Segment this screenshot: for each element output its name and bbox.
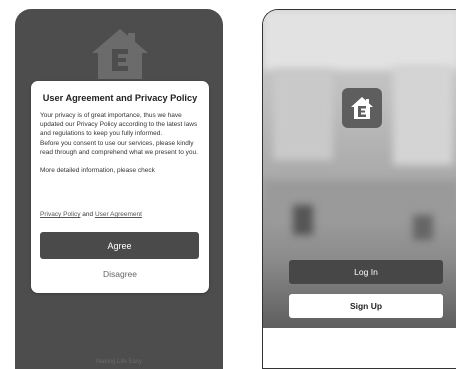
user-agreement-link[interactable]: User Agreement [95, 211, 142, 218]
dialog-body: Your privacy is of great importance, thu… [40, 111, 202, 175]
policy-links: Privacy Policy and User Agreement [40, 211, 142, 218]
dialog-title: User Agreement and Privacy Policy [42, 93, 198, 103]
and-text: and [82, 211, 94, 218]
disagree-button[interactable]: Disagree [31, 269, 209, 279]
app-logo-icon [342, 88, 382, 128]
privacy-dialog: User Agreement and Privacy Policy Your p… [31, 81, 209, 293]
privacy-paragraph-2: Before you consent to use our services, … [40, 139, 198, 156]
signup-button[interactable]: Sign Up [289, 294, 443, 318]
privacy-paragraph-1: Your privacy is of great importance, thu… [40, 112, 198, 138]
agree-button[interactable]: Agree [40, 232, 199, 259]
privacy-policy-link[interactable]: Privacy Policy [40, 211, 80, 218]
tagline: Making Life Easy [96, 359, 142, 365]
welcome-screen: Log In Sign Up [262, 9, 456, 369]
privacy-paragraph-3: More detailed information, please check [40, 167, 155, 175]
house-logo-icon [90, 27, 150, 79]
consent-screen: User Agreement and Privacy Policy Your p… [15, 9, 223, 369]
login-button[interactable]: Log In [289, 260, 443, 284]
